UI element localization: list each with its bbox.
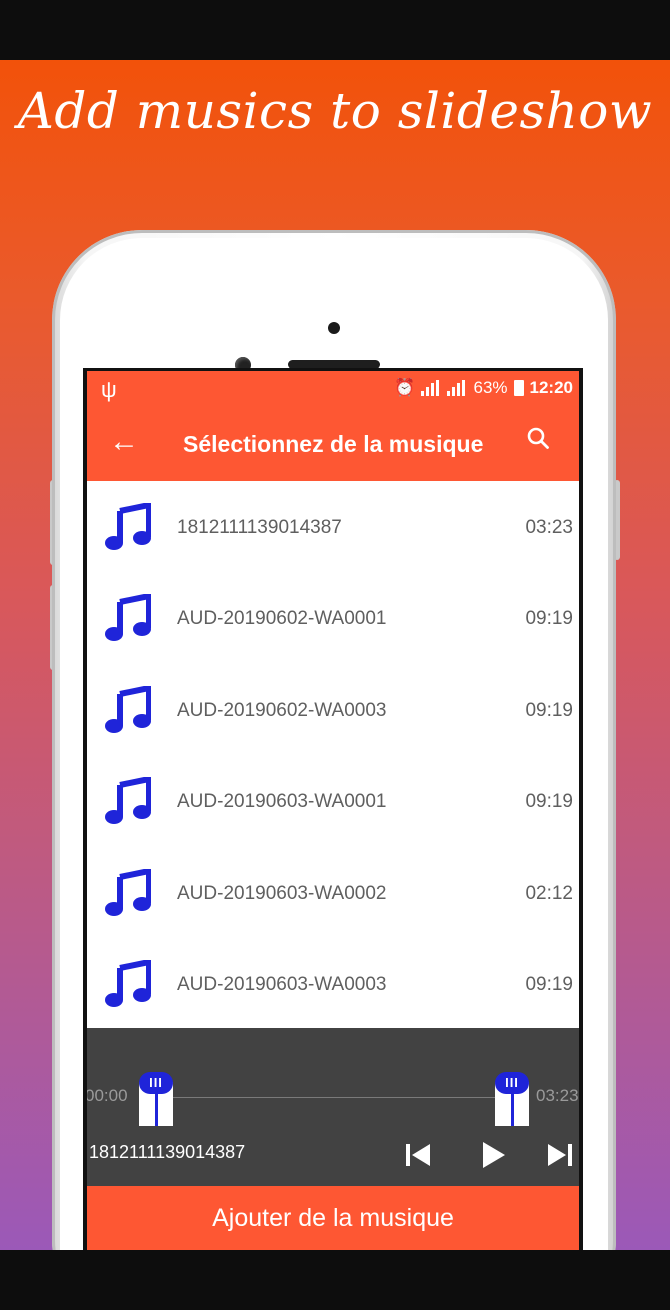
track-row[interactable]: AUD-20190603-WA0003 09:19 xyxy=(87,938,579,1029)
music-note-icon xyxy=(105,502,152,551)
status-time: 12:20 xyxy=(529,378,573,397)
start-time: 00:00 xyxy=(87,1086,128,1105)
track-duration: 09:19 xyxy=(525,608,573,630)
track-list: 1812111139014387 03:23 AUD-20190602-WA0001… xyxy=(87,481,579,1029)
status-bar: ψ ⏰ 63% 12:20 xyxy=(87,371,579,407)
track-duration: 02:12 xyxy=(525,882,573,904)
music-note-icon xyxy=(105,684,152,734)
track-name: 1812111139014387 xyxy=(177,517,342,538)
music-player: 00:00 03:23 III III 1812111139014387 xyxy=(87,1028,579,1186)
phone-sensor xyxy=(328,322,340,334)
track-duration: 03:23 xyxy=(525,517,573,538)
add-music-button[interactable]: Ajouter de la musique xyxy=(87,1186,579,1250)
track-duration: 09:19 xyxy=(525,973,573,995)
handle-grip: III xyxy=(495,1072,529,1094)
now-playing-title: 1812111139014387 xyxy=(89,1142,246,1162)
alarm-icon: ⏰ xyxy=(394,378,416,397)
track-row[interactable]: 1812111139014387 03:23 xyxy=(87,481,579,572)
track-duration: 09:19 xyxy=(525,699,573,721)
battery-percent: 63% xyxy=(473,378,508,397)
track-name: AUD-20190603-WA0002 xyxy=(177,882,387,904)
battery-icon xyxy=(513,380,524,396)
skip-previous-icon[interactable] xyxy=(403,1140,433,1170)
promo-headline: Add musics to slideshow xyxy=(17,82,653,140)
track-row[interactable]: AUD-20190602-WA0003 09:19 xyxy=(87,664,579,755)
end-time: 03:23 xyxy=(536,1086,579,1105)
signal-icon xyxy=(447,380,467,396)
track-name: AUD-20190603-WA0003 xyxy=(177,973,387,995)
top-black-bar xyxy=(0,0,670,60)
bottom-black-bar xyxy=(0,1250,670,1310)
signal-icon xyxy=(421,380,441,396)
music-note-icon xyxy=(105,958,152,1008)
track-duration: 09:19 xyxy=(525,791,573,813)
search-icon[interactable] xyxy=(527,427,549,449)
track-name: AUD-20190602-WA0001 xyxy=(177,608,387,630)
track-name: AUD-20190602-WA0003 xyxy=(177,699,387,721)
track-row[interactable]: AUD-20190603-WA0001 09:19 xyxy=(87,755,579,846)
track-name: AUD-20190603-WA0001 xyxy=(177,791,387,813)
skip-next-icon[interactable] xyxy=(545,1140,575,1170)
status-icons: ⏰ 63% 12:20 xyxy=(394,378,573,398)
trim-end-handle[interactable]: III xyxy=(495,1072,529,1126)
arrow-back-icon[interactable]: ← xyxy=(109,425,139,459)
track-row[interactable]: AUD-20190603-WA0002 02:12 xyxy=(87,847,579,938)
play-icon[interactable] xyxy=(477,1140,507,1170)
page-title: Sélectionnez de la musique xyxy=(183,431,484,457)
track-row[interactable]: AUD-20190602-WA0001 09:19 xyxy=(87,572,579,663)
trim-start-handle[interactable]: III xyxy=(139,1072,173,1126)
music-note-icon xyxy=(105,593,152,642)
handle-grip: III xyxy=(139,1072,173,1094)
usb-icon: ψ xyxy=(101,377,117,402)
music-note-icon xyxy=(105,867,152,917)
app-bar: ← Sélectionnez de la musique xyxy=(87,407,579,481)
trim-track xyxy=(167,1097,497,1098)
music-note-icon xyxy=(105,776,152,825)
app-screen: ψ ⏰ 63% 12:20 ← Sélectionnez de la musiq… xyxy=(87,371,579,1250)
phone-screen: ψ ⏰ 63% 12:20 ← Sélectionnez de la musiq… xyxy=(83,368,583,1250)
